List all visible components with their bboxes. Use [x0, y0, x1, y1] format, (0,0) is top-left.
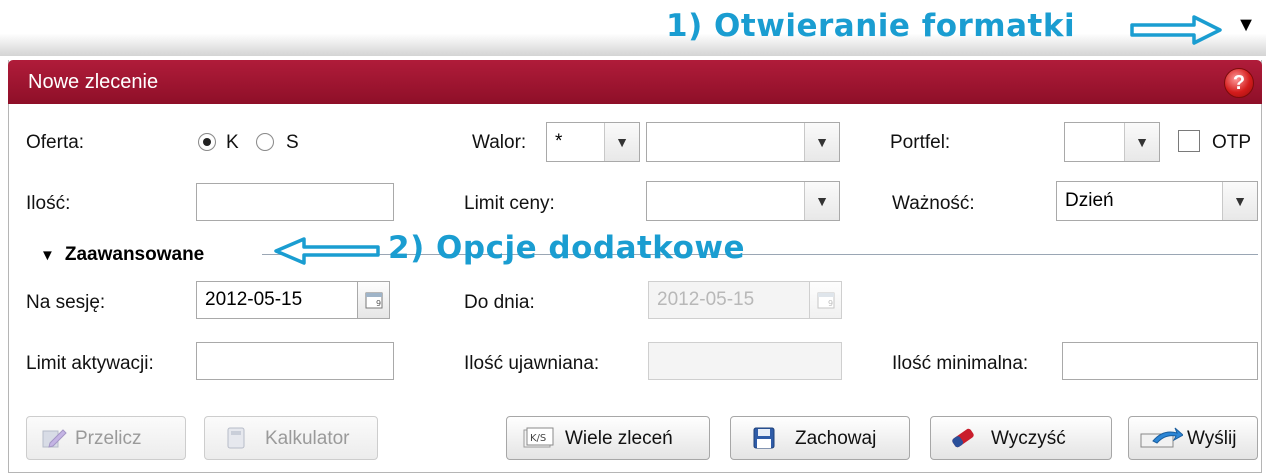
ilosc-ujawniana-label: Ilość ujawniana: — [464, 353, 600, 374]
triangle-down-icon: ▼ — [40, 247, 55, 264]
oferta-radio-k[interactable] — [198, 133, 216, 151]
eraser-icon — [952, 428, 974, 448]
advanced-toggle[interactable]: ▼ Zaawansowane — [40, 244, 204, 266]
chevron-down-icon: ▼ — [804, 182, 839, 220]
portfel-label: Portfel: — [890, 132, 951, 153]
svg-text:9: 9 — [828, 299, 833, 308]
floppy-disk-icon — [753, 427, 775, 449]
do-dnia-date-input — [648, 281, 810, 319]
walor-market-select[interactable]: * ▼ — [546, 122, 640, 162]
do-dnia-label: Do dnia: — [464, 292, 535, 313]
ilosc-input[interactable] — [196, 183, 394, 221]
wyslij-button[interactable]: Wyślij — [1128, 416, 1258, 460]
na-sesje-label: Na sesję: — [26, 292, 106, 313]
wyczysc-button[interactable]: Wyczyść — [930, 416, 1112, 460]
na-sesje-date-input[interactable] — [196, 281, 358, 319]
kalkulator-button[interactable]: Kalkulator — [204, 416, 378, 460]
otp-label: OTP — [1212, 132, 1252, 153]
przelicz-label: Przelicz — [75, 428, 142, 449]
chevron-down-icon: ▼ — [804, 123, 839, 161]
limit-aktywacji-label: Limit aktywacji: — [26, 353, 154, 374]
panel-titlebar: Nowe zlecenie ? — [8, 60, 1262, 104]
wyslij-label: Wyślij — [1187, 428, 1237, 449]
calendar-icon: 9 — [810, 281, 842, 319]
walor-instrument-select[interactable]: ▼ — [646, 122, 840, 162]
chevron-down-icon: ▼ — [604, 123, 639, 161]
panel-title: Nowe zlecenie — [28, 71, 159, 93]
left-arrow-annotation-icon — [274, 237, 380, 265]
chevron-down-icon: ▼ — [1222, 182, 1257, 220]
calculator-icon — [227, 427, 245, 449]
chevron-down-icon: ▼ — [1124, 123, 1159, 161]
wyczysc-label: Wyczyść — [991, 428, 1066, 449]
oferta-label: Oferta: — [26, 132, 85, 153]
zachowaj-label: Zachowaj — [795, 428, 877, 449]
kalkulator-label: Kalkulator — [265, 428, 350, 449]
otp-checkbox[interactable] — [1178, 130, 1200, 152]
oferta-option-s-label: S — [286, 132, 299, 153]
advanced-toggle-label: Zaawansowane — [64, 244, 205, 265]
help-icon[interactable]: ? — [1224, 68, 1254, 98]
annotation-step-1: 1) Otwieranie formatki — [666, 8, 1076, 44]
annotation-step-2: 2) Opcje dodatkowe — [388, 230, 746, 266]
waznosc-select[interactable]: Dzień ▼ — [1056, 181, 1258, 221]
right-arrow-annotation-icon — [1130, 15, 1222, 45]
limit-ceny-label: Limit ceny: — [464, 193, 555, 214]
ilosc-minimalna-label: Ilość minimalna: — [892, 353, 1029, 374]
calendar-icon[interactable]: 9 — [358, 281, 390, 319]
wiele-zlecen-button[interactable]: K/S Wiele zleceń — [506, 416, 710, 460]
wiele-zlecen-label: Wiele zleceń — [565, 428, 673, 449]
ks-icon: K/S — [523, 427, 554, 448]
waznosc-value: Dzień — [1065, 190, 1114, 211]
ilosc-label: Ilość: — [26, 193, 71, 214]
walor-label: Walor: — [472, 132, 527, 153]
walor-market-value: * — [555, 131, 563, 152]
top-strip — [0, 0, 1266, 56]
svg-text:K/S: K/S — [530, 433, 546, 444]
zachowaj-button[interactable]: Zachowaj — [730, 416, 910, 460]
portfel-select[interactable]: ▼ — [1064, 122, 1160, 162]
oferta-radio-s[interactable] — [256, 133, 274, 151]
form-open-toggle-icon[interactable]: ▼ — [1236, 12, 1256, 38]
svg-text:9: 9 — [376, 299, 381, 308]
oferta-option-k-label: K — [226, 132, 239, 153]
pencil-icon — [42, 429, 67, 448]
limit-aktywacji-input[interactable] — [196, 342, 394, 380]
waznosc-label: Ważność: — [892, 193, 975, 214]
przelicz-button[interactable]: Przelicz — [26, 416, 186, 460]
ilosc-minimalna-input[interactable] — [1062, 342, 1258, 380]
limit-ceny-select[interactable]: ▼ — [646, 181, 840, 221]
ilosc-ujawniana-input — [648, 342, 842, 380]
send-arrow-icon — [1140, 427, 1183, 448]
